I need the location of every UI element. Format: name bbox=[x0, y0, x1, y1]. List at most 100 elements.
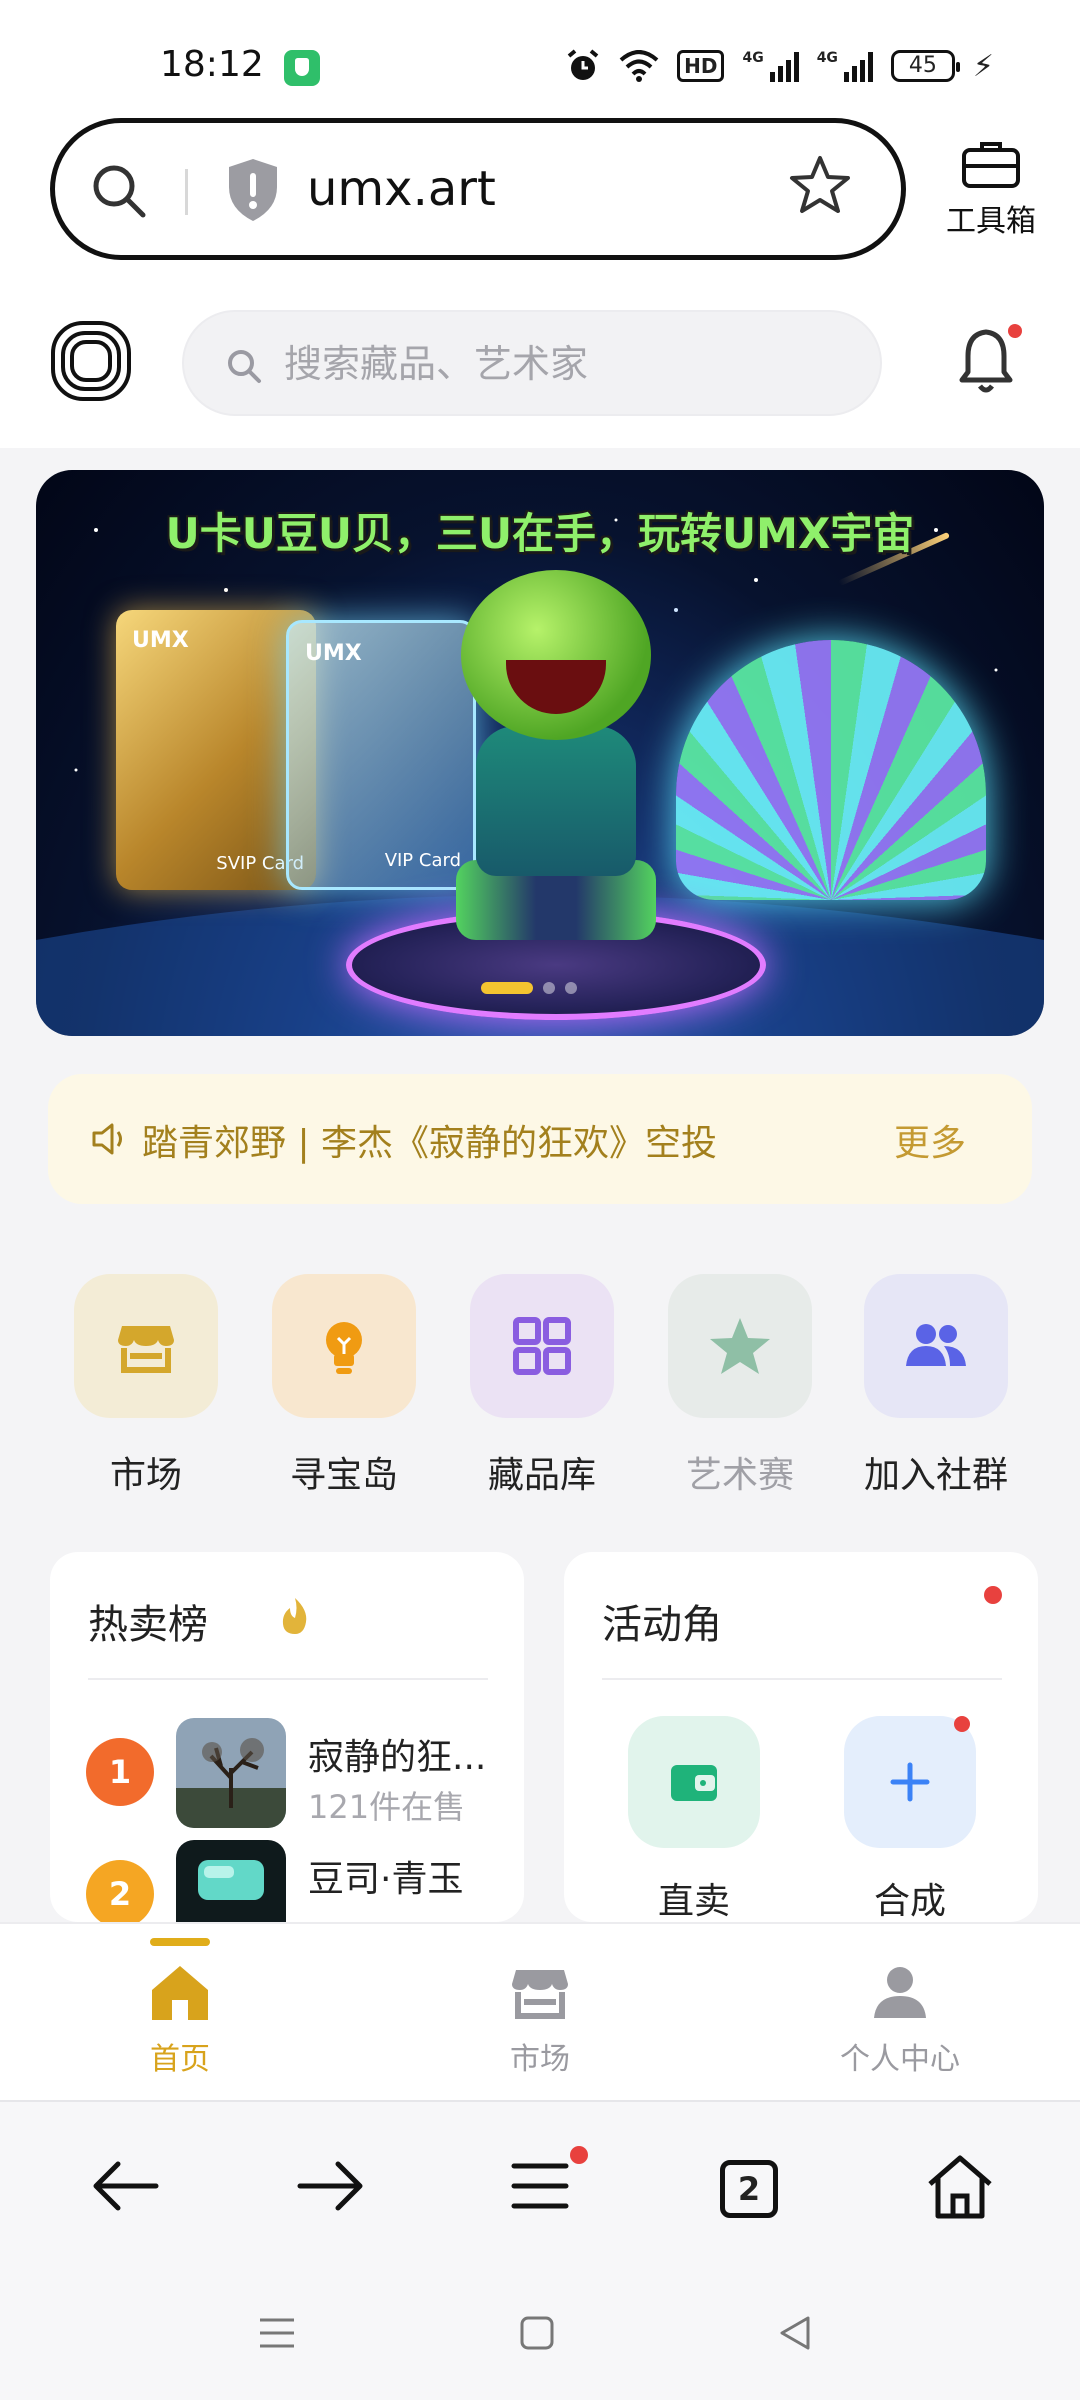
search-icon bbox=[228, 350, 261, 383]
carousel-dot[interactable] bbox=[543, 982, 555, 994]
forward-button[interactable] bbox=[290, 2146, 370, 2226]
status-time: 18:12 bbox=[160, 44, 264, 85]
list-item[interactable]: 2 豆司·青玉 bbox=[86, 1824, 506, 1922]
hot-list-title: 热卖榜 bbox=[88, 1602, 208, 1648]
item-name: 寂静的狂... bbox=[308, 1737, 487, 1778]
store-icon bbox=[118, 1326, 174, 1373]
quick-link-art-contest[interactable]: 艺术赛 bbox=[650, 1274, 830, 1498]
home-icon bbox=[152, 1966, 208, 2020]
carousel-dot[interactable] bbox=[481, 982, 533, 994]
toolbox-label: 工具箱 bbox=[946, 204, 1036, 239]
bulb-icon bbox=[326, 1322, 362, 1374]
briefcase-icon bbox=[962, 142, 1020, 188]
mascot-body bbox=[476, 726, 636, 876]
tab-market[interactable]: 市场 bbox=[440, 1938, 640, 2078]
quick-tile bbox=[668, 1274, 812, 1418]
quick-tile bbox=[470, 1274, 614, 1418]
quick-tile bbox=[864, 1274, 1008, 1418]
rank-badge: 2 bbox=[86, 1860, 154, 1922]
notification-dot bbox=[1008, 324, 1022, 338]
home-outline-icon bbox=[928, 2155, 992, 2219]
plus-icon bbox=[890, 1762, 930, 1802]
address-bar[interactable]: umx.art bbox=[50, 118, 906, 260]
bookmark-star-icon[interactable] bbox=[787, 153, 853, 219]
app-header bbox=[0, 290, 1080, 448]
quick-links: 市场 寻宝岛 藏品库 艺术赛 加入社群 bbox=[0, 1274, 1080, 1514]
divider bbox=[602, 1678, 1002, 1680]
search-icon[interactable] bbox=[87, 159, 151, 223]
hd-icon: HD bbox=[677, 48, 725, 84]
item-stock: 121件在售 bbox=[308, 1788, 466, 1826]
carousel-dot[interactable] bbox=[565, 982, 577, 994]
recents-icon[interactable] bbox=[252, 2308, 302, 2358]
back-triangle-icon[interactable] bbox=[770, 2308, 820, 2358]
quick-tile bbox=[272, 1274, 416, 1418]
quick-link-community[interactable]: 加入社群 bbox=[846, 1274, 1026, 1498]
bell-icon[interactable] bbox=[954, 326, 1018, 398]
activity-title: 活动角 bbox=[602, 1602, 722, 1648]
list-item[interactable]: 1 寂静的狂... 121件在售 bbox=[86, 1702, 506, 1828]
user-icon bbox=[874, 1967, 926, 2018]
search-input[interactable] bbox=[284, 336, 844, 392]
announcement-text: 踏青郊野 | 李杰《寂静的狂欢》空投 bbox=[142, 1123, 718, 1164]
home-button[interactable] bbox=[920, 2146, 1000, 2226]
flame-icon bbox=[282, 1598, 307, 1634]
more-link[interactable]: 更多 bbox=[894, 1114, 966, 1166]
menu-icon bbox=[511, 2163, 569, 2209]
action-tile bbox=[628, 1716, 760, 1848]
item-name: 豆司·青玉 bbox=[308, 1859, 464, 1900]
battery-icon: 45 bbox=[890, 50, 960, 82]
tab-profile[interactable]: 个人中心 bbox=[800, 1938, 1000, 2078]
star-icon bbox=[710, 1318, 770, 1374]
announcement-bar[interactable]: 踏青郊野 | 李杰《寂静的狂欢》空投 更多 bbox=[48, 1074, 1032, 1204]
menu-button[interactable] bbox=[500, 2146, 580, 2226]
hot-list-card: 热卖榜 1 寂静的狂... 121件在售 2 豆司·青玉 bbox=[50, 1552, 524, 1922]
wifi-icon bbox=[619, 48, 659, 84]
tab-home[interactable]: 首页 bbox=[80, 1938, 280, 2078]
browser-nav-bar: 2 bbox=[0, 2100, 1080, 2270]
search-box[interactable] bbox=[182, 310, 882, 416]
tabs-button[interactable]: 2 bbox=[720, 2160, 778, 2218]
banner-title: U卡U豆U贝，三U在手，玩转UMX宇宙 bbox=[165, 509, 915, 558]
alarm-icon bbox=[565, 48, 601, 84]
status-icons: HD 4G 4G 45 ⚡ bbox=[565, 48, 994, 84]
mascot-head bbox=[461, 570, 651, 740]
group-icon bbox=[906, 1324, 966, 1366]
wallet-icon bbox=[671, 1765, 717, 1801]
status-bar: 18:12 HD 4G 4G 45 ⚡ bbox=[0, 0, 1080, 112]
activity-card: 活动角 直卖 合成 bbox=[564, 1552, 1038, 1922]
store-icon bbox=[512, 1970, 568, 2019]
shield-warning-icon[interactable] bbox=[225, 157, 281, 223]
url-text[interactable]: umx.art bbox=[307, 161, 496, 217]
notification-dot bbox=[984, 1586, 1002, 1604]
divider bbox=[185, 169, 188, 215]
quick-link-market[interactable]: 市场 bbox=[56, 1274, 236, 1498]
arrow-right-icon bbox=[297, 2161, 363, 2211]
home-square-icon[interactable] bbox=[512, 2308, 562, 2358]
system-nav-bar bbox=[0, 2270, 1080, 2400]
speaker-icon bbox=[92, 1123, 122, 1155]
divider bbox=[88, 1678, 488, 1680]
charging-icon: ⚡ bbox=[972, 48, 994, 84]
quick-tile bbox=[74, 1274, 218, 1418]
action-tile bbox=[844, 1716, 976, 1848]
signal-icon-2: 4G bbox=[817, 50, 873, 82]
app-tab-bar: 首页 市场 个人中心 bbox=[0, 1922, 1080, 2100]
synthesis-button[interactable]: 合成 bbox=[830, 1716, 990, 1922]
active-indicator bbox=[150, 1938, 210, 1946]
promo-banner[interactable]: UMX SVIP Card UMX VIP Card U卡U豆U贝，三U在手，玩… bbox=[36, 470, 1044, 1036]
artwork-thumbnail bbox=[176, 1718, 286, 1828]
notification-dot bbox=[570, 2146, 588, 2164]
back-button[interactable] bbox=[86, 2146, 166, 2226]
carousel-indicator bbox=[481, 982, 577, 994]
direct-sale-button[interactable]: 直卖 bbox=[614, 1716, 774, 1922]
notification-dot bbox=[954, 1716, 970, 1732]
arrow-left-icon bbox=[93, 2161, 159, 2211]
artwork-thumbnail bbox=[176, 1840, 286, 1922]
quick-link-collection[interactable]: 藏品库 bbox=[452, 1274, 632, 1498]
grid-icon bbox=[513, 1317, 571, 1375]
app-logo-icon[interactable] bbox=[50, 320, 132, 402]
toolbox-button[interactable]: 工具箱 bbox=[936, 138, 1046, 240]
rank-badge: 1 bbox=[86, 1738, 154, 1806]
quick-link-treasure[interactable]: 寻宝岛 bbox=[254, 1274, 434, 1498]
